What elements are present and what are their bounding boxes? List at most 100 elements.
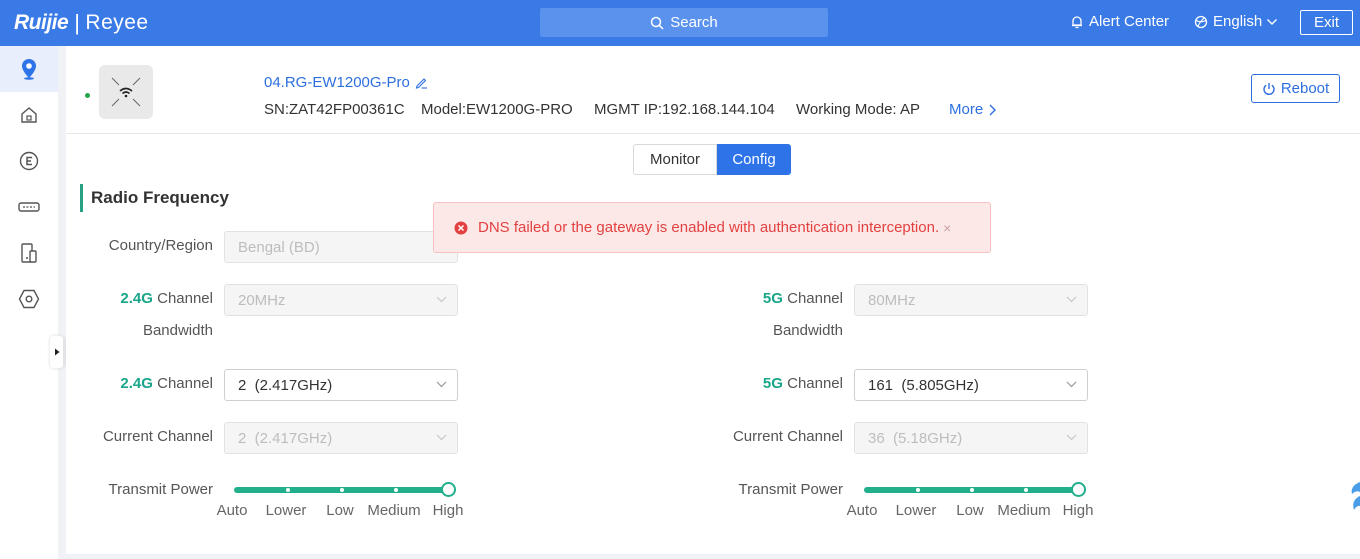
chevron-down-icon	[1066, 296, 1077, 303]
bandwidth-5g-select: 80MHz	[854, 284, 1088, 316]
tick-label: Lower	[895, 502, 937, 519]
slider-knob[interactable]	[441, 482, 456, 497]
sidebar-item-home[interactable]	[0, 92, 58, 138]
slider-step-dot	[970, 488, 974, 492]
logo-separator: |	[74, 10, 80, 35]
ap-wifi-icon	[111, 77, 141, 107]
tick-label: Low	[326, 502, 354, 519]
sidebar	[0, 46, 79, 559]
transmit-power-24g-slider[interactable]	[234, 480, 456, 500]
device-model: Model:EW1200G-PRO	[421, 101, 573, 118]
device-name-link[interactable]: 04.RG-EW1200G-Pro	[264, 74, 428, 91]
device-working-mode: Working Mode: AP	[796, 101, 920, 118]
view-tabs: Monitor Config	[633, 144, 791, 175]
transmit-power-5g-label: Transmit Power	[738, 481, 843, 498]
chevron-down-icon	[436, 296, 447, 303]
edit-pencil-icon[interactable]	[415, 76, 428, 89]
current-channel-24g-field: 2 (2.417GHz)	[224, 422, 458, 454]
floating-assistant-icon[interactable]	[1348, 480, 1360, 520]
slider-step-dot	[340, 488, 344, 492]
tick-label: Lower	[265, 502, 307, 519]
sidebar-item-location[interactable]	[0, 46, 58, 92]
channel-5g-label: 5G Channel	[762, 375, 843, 392]
error-circle-icon	[454, 221, 468, 234]
alert-center-label: Alert Center	[1089, 13, 1170, 30]
slider-step-dot	[916, 488, 920, 492]
switch-device-icon	[18, 202, 40, 212]
chevron-down-icon	[436, 381, 447, 388]
channel-5g-select[interactable]: 161 (5.805GHz)	[854, 369, 1088, 401]
transmit-power-5g-ticks: Auto Lower Low Medium High	[846, 502, 1106, 522]
bell-icon	[1072, 15, 1082, 28]
chevron-down-icon	[436, 434, 447, 441]
hexagon-settings-icon	[18, 289, 40, 309]
search-icon	[650, 16, 664, 30]
bandwidth-24g-select: 20MHz	[224, 284, 458, 316]
caret-right-icon	[54, 348, 59, 356]
current-channel-24g-value: 2 (2.417GHz)	[238, 429, 333, 447]
reboot-button[interactable]: Reboot	[1251, 74, 1340, 103]
sidebar-collapse-handle[interactable]	[50, 336, 63, 368]
bandwidth-24g-label: 2.4G Channel	[120, 290, 213, 307]
ap-device-icon	[21, 243, 37, 263]
tick-label: Medium	[367, 502, 421, 519]
channel-24g-select[interactable]: 2 (2.417GHz)	[224, 369, 458, 401]
brand-logo[interactable]: Ruijie | Reyee	[14, 10, 149, 36]
home-icon	[21, 107, 37, 123]
band-24g-tag: 2.4G	[120, 375, 153, 392]
chevron-down-icon	[1066, 381, 1077, 388]
tab-config[interactable]: Config	[717, 144, 791, 175]
sidebar-item-gateway[interactable]	[0, 138, 58, 184]
online-status-dot	[85, 93, 90, 98]
section-title: Radio Frequency	[80, 184, 229, 212]
tick-label: Medium	[997, 502, 1051, 519]
sidebar-item-aps[interactable]	[0, 230, 58, 276]
transmit-power-5g-slider[interactable]	[864, 480, 1086, 500]
language-label: English	[1213, 13, 1263, 30]
current-channel-5g-label: Current Channel	[732, 428, 843, 445]
bandwidth-24g-value: 20MHz	[238, 291, 286, 309]
more-label: More	[949, 101, 984, 118]
channel-5g-value: 161 (5.805GHz)	[868, 376, 979, 394]
language-selector[interactable]: English	[1194, 13, 1278, 30]
bandwidth-5g-label-line2: Bandwidth	[772, 322, 843, 339]
sidebar-item-settings[interactable]	[0, 276, 58, 322]
device-image	[99, 65, 153, 119]
chevron-down-icon	[1066, 434, 1077, 441]
current-channel-5g-value: 36 (5.18GHz)	[868, 429, 963, 447]
main-panel: 04.RG-EW1200G-Pro SN:ZAT42FP00361C Model…	[66, 46, 1360, 554]
chevron-down-icon	[1267, 18, 1278, 25]
transmit-power-24g-label: Transmit Power	[108, 481, 213, 498]
country-region-label: Country/Region	[108, 237, 213, 254]
alert-center-link[interactable]: Alert Center	[1070, 13, 1169, 30]
eg-circle-icon	[19, 151, 39, 171]
bandwidth-5g-value: 80MHz	[868, 291, 916, 309]
channel-24g-label: 2.4G Channel	[120, 375, 213, 392]
current-channel-5g-field: 36 (5.18GHz)	[854, 422, 1088, 454]
reboot-label: Reboot	[1280, 80, 1330, 97]
tick-label: Auto	[216, 502, 248, 519]
tick-label: Low	[956, 502, 984, 519]
bandwidth-5g-label: 5G Channel	[762, 290, 843, 307]
slider-knob[interactable]	[1071, 482, 1086, 497]
country-region-field: Bengal (BD)	[224, 231, 458, 263]
device-header: 04.RG-EW1200G-Pro SN:ZAT42FP00361C Model…	[66, 46, 1360, 134]
ruijie-logo-text: Ruijie	[14, 11, 69, 34]
current-channel-24g-label: Current Channel	[102, 428, 213, 445]
country-region-value: Bengal (BD)	[238, 238, 320, 256]
top-bar: Ruijie | Reyee Search Alert Center Engli…	[0, 0, 1360, 46]
channel-24g-value: 2 (2.417GHz)	[238, 376, 333, 394]
band-5g-tag: 5G	[762, 375, 783, 392]
slider-step-dot	[1024, 488, 1028, 492]
band-5g-tag: 5G	[762, 290, 783, 307]
exit-button[interactable]: Exit	[1300, 10, 1353, 35]
more-link[interactable]: More	[949, 101, 997, 118]
search-label: Search	[670, 14, 718, 31]
bandwidth-24g-label-line2: Bandwidth	[142, 322, 213, 339]
slider-step-dot	[286, 488, 290, 492]
search-bar[interactable]: Search	[540, 8, 828, 37]
chevron-right-icon	[989, 104, 997, 115]
alert-close-icon[interactable]: ×	[943, 220, 951, 236]
sidebar-item-switches[interactable]	[0, 184, 58, 230]
tab-monitor[interactable]: Monitor	[633, 144, 717, 175]
